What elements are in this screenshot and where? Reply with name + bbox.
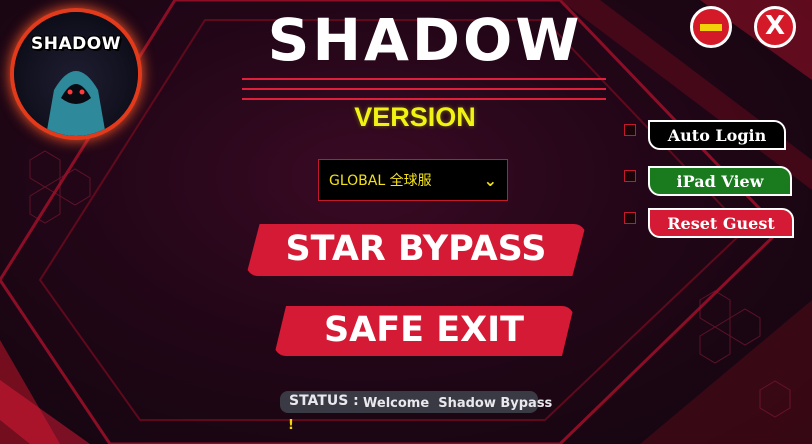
bypass-window: SHADOW SHADOW VERSION GLOBAL 全球服 ⌄ STAR … (0, 0, 812, 444)
ipad-view-checkbox[interactable] (624, 170, 636, 182)
start-bypass-button[interactable]: STAR BYPASS (246, 224, 586, 276)
chevron-down-icon: ⌄ (483, 171, 497, 190)
region-select[interactable]: GLOBAL 全球服 ⌄ (318, 159, 508, 201)
app-title: SHADOW (267, 6, 583, 74)
safe-exit-button[interactable]: SAFE EXIT (274, 306, 574, 356)
reset-guest-checkbox[interactable] (624, 212, 636, 224)
version-label: VERSION (354, 102, 476, 132)
minimize-button[interactable] (690, 6, 732, 48)
title-divider (242, 78, 606, 80)
title-divider (242, 98, 606, 100)
status-text: Welcome Shadow Bypass (363, 396, 553, 411)
reset-guest-button[interactable]: Reset Guest (648, 208, 794, 238)
region-select-value: GLOBAL 全球服 (329, 173, 432, 189)
hooded-figure-icon (46, 71, 106, 136)
auto-login-checkbox[interactable] (624, 124, 636, 136)
title-divider (242, 88, 606, 90)
minimize-icon (700, 24, 722, 31)
auto-login-button[interactable]: Auto Login (648, 120, 786, 150)
status-tail: ! (288, 418, 294, 433)
ipad-view-button[interactable]: iPad View (648, 166, 792, 196)
status-key: STATUS : (289, 393, 359, 409)
close-button[interactable]: X (754, 6, 796, 48)
shadow-logo: SHADOW (14, 12, 138, 136)
